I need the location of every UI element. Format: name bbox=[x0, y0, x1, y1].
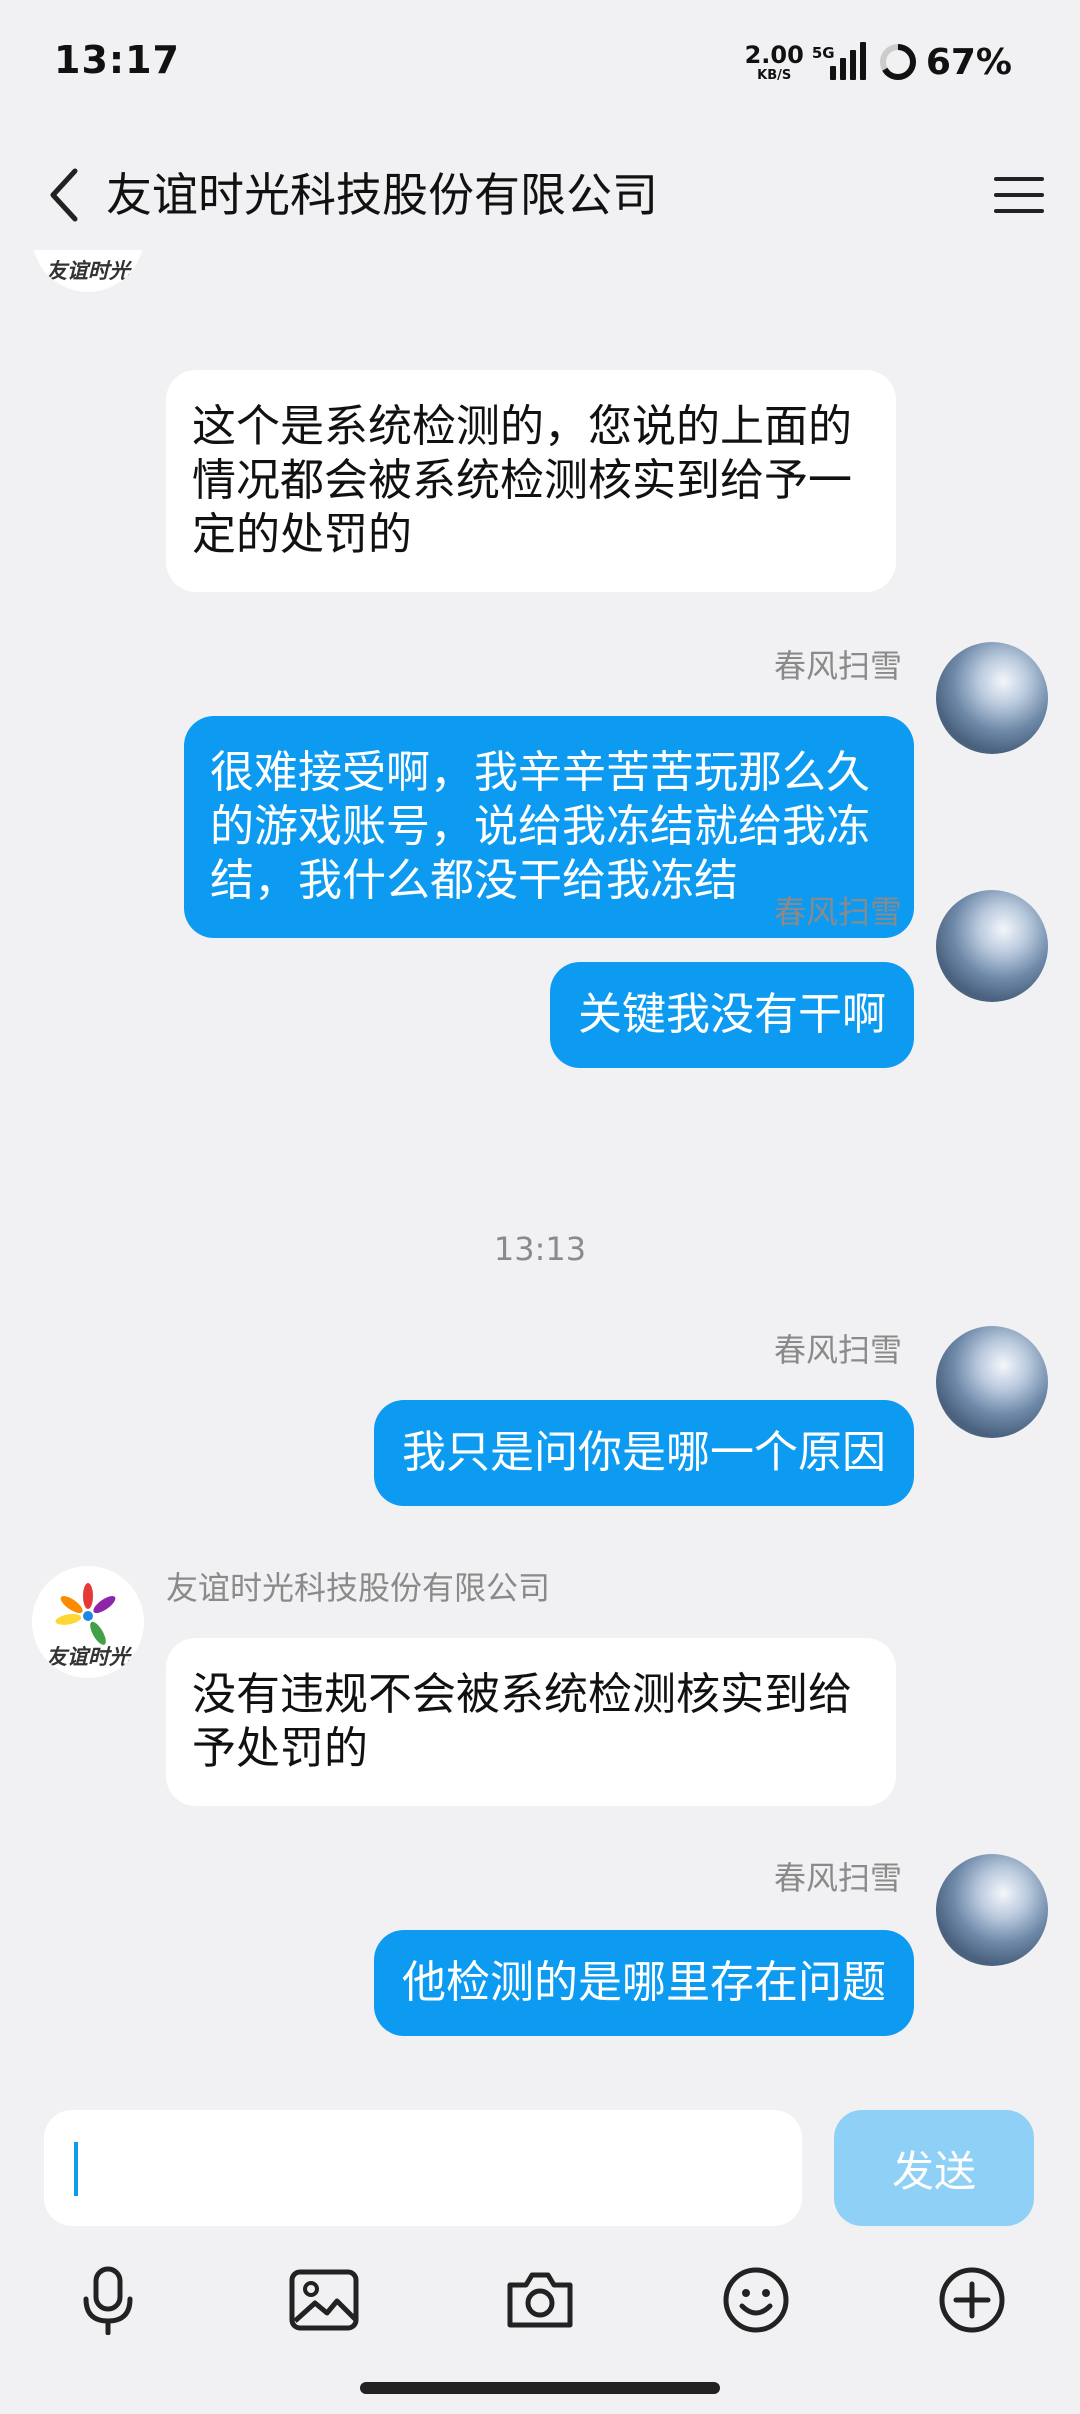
network-speed-unit: KB/S bbox=[757, 67, 792, 83]
company-logo-icon: 友谊时光 bbox=[33, 250, 143, 292]
text-cursor bbox=[74, 2142, 78, 2196]
camera-button[interactable] bbox=[500, 2260, 580, 2340]
signal-bars-icon bbox=[829, 42, 866, 80]
chevron-left-icon bbox=[50, 168, 78, 222]
status-time: 13:17 bbox=[54, 38, 180, 82]
message-text: 没有违规不会被系统检测核实到给予处罚的 bbox=[192, 1669, 852, 1774]
emoji-button[interactable] bbox=[716, 2260, 796, 2340]
message-text: 关键我没有干啊 bbox=[578, 989, 886, 1040]
battery-icon bbox=[879, 44, 916, 80]
sender-name: 友谊时光科技股份有限公司 bbox=[166, 1569, 551, 1607]
message-bubble-outgoing[interactable]: 关键我没有干啊 bbox=[550, 962, 914, 1068]
message-input[interactable] bbox=[44, 2110, 802, 2226]
message-bubble-incoming[interactable]: 这个是系统检测的，您说的上面的情况都会被系统检测核实到给予一定的处罚的 bbox=[166, 370, 896, 592]
company-avatar[interactable]: 友谊时光 bbox=[32, 1566, 144, 1678]
home-indicator[interactable] bbox=[360, 2382, 720, 2394]
status-icons: 2.00 KB/S 5G 67% bbox=[745, 40, 1012, 84]
svg-text:友谊时光: 友谊时光 bbox=[46, 259, 133, 283]
more-button[interactable] bbox=[932, 2260, 1012, 2340]
status-bar: 13:17 2.00 KB/S 5G 67% bbox=[0, 0, 1080, 125]
user-avatar[interactable] bbox=[936, 1854, 1048, 1966]
plus-circle-icon bbox=[939, 2267, 1005, 2333]
menu-icon bbox=[994, 177, 1044, 181]
message-bubble-incoming[interactable]: 没有违规不会被系统检测核实到给予处罚的 bbox=[166, 1638, 896, 1806]
voice-button[interactable] bbox=[68, 2260, 148, 2340]
chat-header: 友谊时光科技股份有限公司 bbox=[0, 140, 1080, 250]
user-avatar[interactable] bbox=[936, 642, 1048, 754]
sender-name: 春风扫雪 bbox=[773, 1331, 902, 1369]
message-bubble-outgoing[interactable]: 我只是问你是哪一个原因 bbox=[374, 1400, 914, 1506]
camera-icon bbox=[507, 2272, 573, 2328]
composer: 发送 bbox=[0, 2090, 1080, 2414]
message-text: 我只是问你是哪一个原因 bbox=[402, 1427, 886, 1478]
company-logo-text: 友谊时光 bbox=[46, 1645, 133, 1669]
company-avatar[interactable]: 友谊时光 bbox=[32, 250, 144, 292]
back-button[interactable] bbox=[30, 160, 100, 230]
sender-name: 春风扫雪 bbox=[773, 1859, 902, 1897]
composer-toolbar bbox=[0, 2260, 1080, 2360]
image-button[interactable] bbox=[284, 2260, 364, 2340]
microphone-icon bbox=[83, 2266, 133, 2335]
send-button[interactable]: 发送 bbox=[834, 2110, 1034, 2226]
message-text: 很难接受啊，我辛辛苦苦玩那么久的游戏账号，说给我冻结就给我冻结，我什么都没干给我… bbox=[210, 747, 870, 906]
emoji-icon bbox=[723, 2267, 789, 2333]
sender-name: 春风扫雪 bbox=[773, 893, 902, 931]
company-logo-icon: 友谊时光 bbox=[32, 1566, 144, 1678]
message-text: 他检测的是哪里存在问题 bbox=[402, 1957, 886, 2008]
user-avatar[interactable] bbox=[936, 1326, 1048, 1438]
message-bubble-outgoing[interactable]: 他检测的是哪里存在问题 bbox=[374, 1930, 914, 2036]
network-speed-value: 2.00 bbox=[744, 40, 804, 69]
signal-5g-icon: 5G bbox=[812, 42, 870, 82]
chat-area[interactable]: 友谊时光 这个是系统检测的，您说的上面的情况都会被系统检测核实到给予一定的处罚的… bbox=[0, 250, 1080, 2090]
sender-name: 春风扫雪 bbox=[773, 647, 902, 685]
chat-title: 友谊时光科技股份有限公司 bbox=[106, 168, 658, 222]
image-icon bbox=[289, 2269, 359, 2331]
menu-button[interactable] bbox=[986, 162, 1052, 228]
user-avatar[interactable] bbox=[936, 890, 1048, 1002]
message-timestamp: 13:13 bbox=[493, 1230, 587, 1268]
message-text: 这个是系统检测的，您说的上面的情况都会被系统检测核实到给予一定的处罚的 bbox=[192, 401, 852, 560]
battery-percent: 67% bbox=[925, 41, 1012, 83]
network-speed: 2.00 KB/S bbox=[745, 43, 804, 82]
